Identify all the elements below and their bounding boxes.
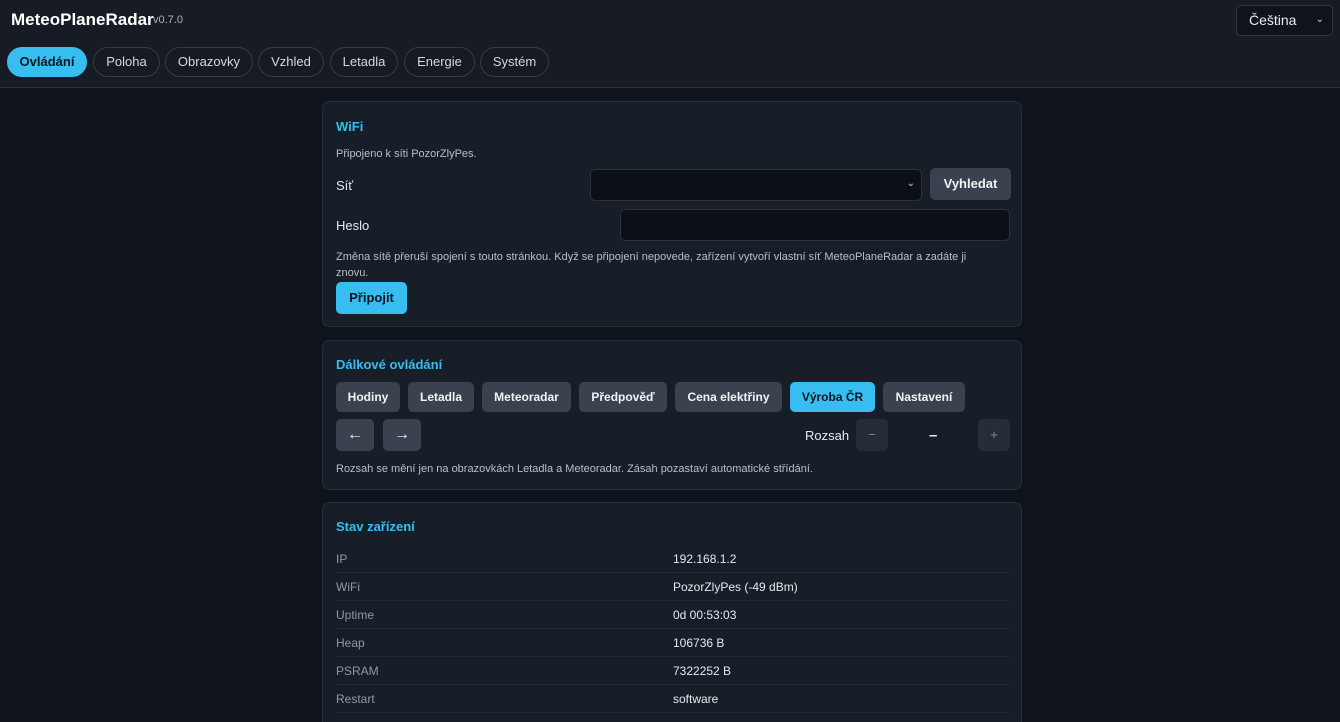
tab-obrazovky[interactable]: Obrazovky [165,47,253,77]
status-key: IP [336,552,348,566]
range-label: Rozsah [805,428,850,443]
screen-button-hodiny[interactable]: Hodiny [336,382,400,412]
screen-button-meteoradar[interactable]: Meteoradar [482,382,571,412]
range-value: – [929,427,938,444]
prev-screen-button[interactable]: ← [336,419,374,451]
version-label: v0.7.0 [153,14,183,26]
status-row: PSRAM 7322252 B [336,657,1009,685]
status-value: 7322252 B [673,664,732,678]
wifi-card-title: WiFi [336,119,364,134]
wifi-status-text: Připojeno k síti PozorZlyPes. [336,148,477,160]
network-select[interactable]: ⌄ [590,169,922,201]
tab-vzhled[interactable]: Vzhled [258,47,324,77]
status-row: IP 192.168.1.2 [336,545,1009,573]
status-value: 106736 B [673,636,725,650]
network-label: Síť [336,178,354,193]
password-label: Heslo [336,218,370,233]
status-row: Restart software [336,685,1009,713]
app-title: MeteoPlaneRadar [11,10,154,29]
password-field[interactable] [620,209,1010,241]
tab-letadla[interactable]: Letadla [330,47,398,77]
status-card: Stav zařízení IP 192.168.1.2 WiFi PozorZ… [322,502,1022,722]
wifi-change-note: Změna sítě přeruší spojení s touto strán… [336,251,967,279]
status-row: Uptime 0d 00:53:03 [336,601,1009,629]
tab-system[interactable]: Systém [480,47,549,77]
connect-button[interactable]: Připojit [336,282,407,314]
status-value: PozorZlyPes (-49 dBm) [673,580,798,594]
wifi-card: WiFi Připojeno k síti PozorZlyPes. Síť ⌄… [322,101,1022,327]
status-key: Restart [336,692,375,706]
scan-button[interactable]: Vyhledat [930,168,1011,200]
tab-energie[interactable]: Energie [404,47,475,77]
language-select-value: Čeština [1249,12,1297,28]
status-key: Uptime [336,608,375,622]
top-bar: MeteoPlaneRadar v0.7.0 Čeština ⌄ Ovládán… [0,0,1340,88]
screen-button-cena-elektriny[interactable]: Cena elektřiny [675,382,782,412]
screen-button-nastaveni[interactable]: Nastavení [883,382,965,412]
range-decrease-button[interactable]: − [856,419,888,451]
chevron-down-icon: ⌄ [906,178,915,189]
status-value: software [673,692,719,706]
status-card-title: Stav zařízení [336,519,415,534]
status-row: Heap 106736 B [336,629,1009,657]
status-value: 0d 00:53:03 [673,608,737,622]
status-key: Heap [336,636,365,650]
status-key: PSRAM [336,664,379,678]
status-row: WiFi PozorZlyPes (-49 dBm) [336,573,1009,601]
tab-poloha[interactable]: Poloha [93,47,160,77]
range-increase-button[interactable]: + [978,419,1010,451]
remote-card-title: Dálkové ovládání [336,357,443,372]
tab-ovladani[interactable]: Ovládání [7,47,87,77]
range-note: Rozsah se mění jen na obrazovkách Letadl… [336,463,813,475]
status-value: 192.168.1.2 [673,552,737,566]
remote-card: Dálkové ovládání Hodiny Letadla Meteorad… [322,340,1022,490]
chevron-down-icon: ⌄ [1315,14,1324,25]
language-select[interactable]: Čeština ⌄ [1236,5,1333,36]
next-screen-button[interactable]: → [383,419,421,451]
screen-button-letadla[interactable]: Letadla [408,382,474,412]
status-key: WiFi [336,580,360,594]
screen-button-predpoved[interactable]: Předpověď [579,382,667,412]
screen-button-vyroba-cr[interactable]: Výroba ČR [790,382,875,412]
